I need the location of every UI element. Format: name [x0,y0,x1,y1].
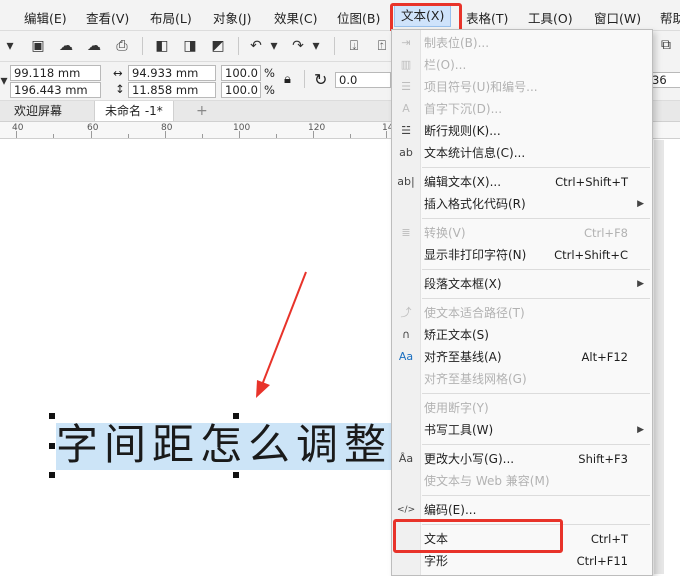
menu-item-label: 对齐至基线(A) [424,350,502,364]
menu-item-show-nonprinting[interactable]: 显示非打印字符(N) Ctrl+Shift+C [392,244,652,266]
menu-item-label: 对齐至基线网格(G) [424,372,527,386]
menu-item-tab-stops[interactable]: ⇥ 制表位(B)... [392,32,652,54]
menu-separator [422,495,650,496]
menu-item-shortcut: Ctrl+Shift+T [555,175,628,189]
menu-separator [422,218,650,219]
align-baseline-icon: Aa [398,350,414,363]
menu-item-text-statistics[interactable]: ab 文本统计信息(C)... [392,142,652,164]
menu-item-label: 更改大小写(G)... [424,452,515,466]
menu-item-bullets[interactable]: ☰ 项目符号(U)和编号... [392,76,652,98]
menu-item-label: 使文本适合路径(T) [424,306,525,320]
menu-item-label: 断行规则(K)... [424,124,501,138]
menu-item-label: 编辑文本(X)... [424,175,502,189]
menu-item-glyphs[interactable]: 字形 Ctrl+F11 [392,550,652,572]
menu-item-shortcut: Shift+F3 [578,452,628,466]
menu-item-change-case[interactable]: Ȃa 更改大小写(G)... Shift+F3 [392,448,652,470]
menu-item-label: 文本统计信息(C)... [424,146,526,160]
menu-item-fit-text-to-path[interactable]: ⤴ 使文本适合路径(T) [392,302,652,324]
edit-text-icon: ab| [397,175,415,188]
menu-item-columns[interactable]: ▥ 栏(O)... [392,54,652,76]
menu-item-align-to-baseline[interactable]: Aa 对齐至基线(A) Alt+F12 [392,346,652,368]
menu-item-align-baseline-grid[interactable]: 对齐至基线网格(G) [392,368,652,390]
change-case-icon: Ȃa [398,452,414,465]
menu-item-writing-tools[interactable]: 书写工具(W) ▶ [392,419,652,441]
submenu-arrow-icon: ▶ [637,425,644,435]
menu-item-label: 矫正文本(S) [424,328,489,342]
menu-item-label: 栏(O)... [424,58,467,72]
menu-item-use-hyphenation[interactable]: 使用断字(Y) [392,397,652,419]
menu-item-line-break-rules[interactable]: ☱ 断行规则(K)... [392,120,652,142]
submenu-arrow-icon: ▶ [637,279,644,289]
vertical-scrollbar[interactable] [654,140,664,574]
menu-item-label: 段落文本框(X) [424,277,502,291]
menu-item-label: 显示非打印字符(N) [424,248,527,262]
menu-item-label: 使用断字(Y) [424,401,489,415]
menu-item-straighten-text[interactable]: ∩ 矫正文本(S) [392,324,652,346]
tab-stops-icon: ⇥ [401,36,411,49]
menu-separator [422,298,650,299]
line-break-rules-icon: ☱ [401,124,411,137]
submenu-arrow-icon: ▶ [637,199,644,209]
menu-item-shortcut: Ctrl+Shift+C [554,248,628,262]
menu-item-shortcut: Alt+F12 [581,350,628,364]
menu-item-web-compatible[interactable]: 使文本与 Web 兼容(M) [392,470,652,492]
menu-item-label: 书写工具(W) [424,423,494,437]
menu-separator [422,167,650,168]
menu-item-label: 字形 [424,554,449,568]
drop-cap-icon: A [402,102,410,115]
text-statistics-icon: ab [399,146,413,159]
fit-text-to-path-icon: ⤴ [400,306,412,319]
menu-separator [422,393,650,394]
columns-icon: ▥ [400,58,412,71]
menu-item-paragraph-frame[interactable]: 段落文本框(X) ▶ [392,273,652,295]
menu-item-label: 编码(E)... [424,503,477,517]
menu-item-shortcut: Ctrl+F11 [576,554,628,568]
menu-item-label: 项目符号(U)和编号... [424,80,538,94]
menu-item-shortcut: Ctrl+T [590,532,628,546]
menu-item-insert-formatting-code[interactable]: 插入格式化代码(R) ▶ [392,193,652,215]
text-dropdown-menu: ⇥ 制表位(B)... ▥ 栏(O)... ☰ 项目符号(U)和编号... A … [391,29,653,576]
straighten-text-icon: ∩ [401,328,411,341]
menu-item-encoding[interactable]: </> 编码(E)... [392,499,652,521]
menu-item-edit-text[interactable]: ab| 编辑文本(X)... Ctrl+Shift+T [392,171,652,193]
menu-item-label: 转换(V) [424,226,466,240]
menu-item-convert[interactable]: ≣ 转换(V) Ctrl+F8 [392,222,652,244]
menu-item-label: 插入格式化代码(R) [424,197,526,211]
encoding-icon: </> [397,505,416,515]
menu-item-label: 制表位(B)... [424,36,490,50]
menu-item-shortcut: Ctrl+F8 [583,226,628,240]
text-item-highlight-box [393,519,563,553]
menu-item-drop-cap[interactable]: A 首字下沉(D)... [392,98,652,120]
bullets-icon: ☰ [401,80,411,93]
menu-item-label: 首字下沉(D)... [424,102,503,116]
menu-item-label: 使文本与 Web 兼容(M) [424,474,550,488]
menu-separator [422,444,650,445]
convert-text-icon: ≣ [401,226,411,239]
menu-separator [422,269,650,270]
